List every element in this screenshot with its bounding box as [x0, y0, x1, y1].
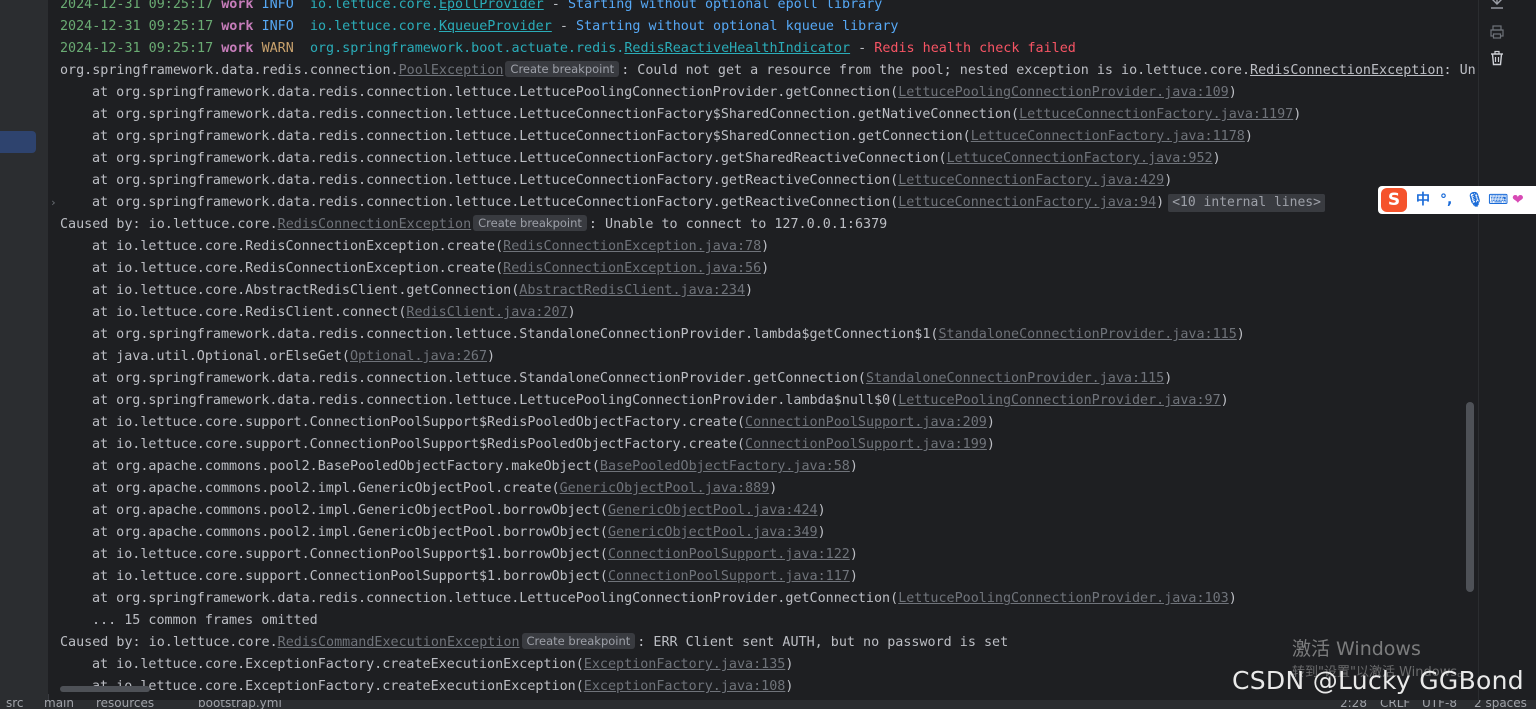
source-link[interactable]: ExceptionFactory.java:135	[584, 657, 786, 672]
cursor-position[interactable]: 2:28	[1340, 700, 1367, 709]
trash-icon[interactable]	[1489, 50, 1505, 66]
source-link[interactable]: LettuceConnectionFactory.java:1197	[1019, 107, 1293, 122]
line-ending[interactable]: CRLF	[1380, 700, 1410, 709]
stack-frame: at io.lettuce.core.support.ConnectionPoo…	[92, 415, 995, 430]
sogou-logo-icon[interactable]: S	[1381, 188, 1407, 212]
caused-by-header: Caused by: io.lettuce.core.RedisConnecti…	[60, 215, 888, 232]
stack-frame: at org.springframework.data.redis.connec…	[92, 371, 1173, 386]
ime-punctuation-icon[interactable]: °,	[1440, 190, 1452, 210]
csdn-watermark: CSDN @Lucky GGBond	[1232, 666, 1524, 695]
exception-class-link[interactable]: RedisConnectionException	[278, 217, 471, 232]
internal-lines-fold[interactable]: <10 internal lines>	[1168, 194, 1325, 212]
breadcrumb-main[interactable]: main	[44, 700, 74, 709]
source-link[interactable]: ConnectionPoolSupport.java:117	[608, 569, 850, 584]
stack-frame: at org.springframework.data.redis.connec…	[92, 591, 1237, 606]
stack-frame: at org.springframework.data.redis.connec…	[92, 327, 1245, 342]
stack-frame: at org.springframework.data.redis.connec…	[92, 393, 1229, 408]
indent-setting[interactable]: 2 spaces	[1474, 700, 1527, 709]
status-bar: src main resources bootstrap.yml 2:28 CR…	[0, 700, 1536, 709]
source-link[interactable]: ConnectionPoolSupport.java:199	[745, 437, 987, 452]
stack-frame: at org.springframework.data.redis.connec…	[60, 192, 1325, 214]
horizontal-scrollbar[interactable]	[60, 686, 150, 692]
stack-frame: at io.lettuce.core.RedisConnectionExcept…	[92, 239, 770, 254]
create-breakpoint-button[interactable]: Create breakpoint	[521, 633, 636, 649]
stack-frame: at org.springframework.data.redis.connec…	[92, 107, 1302, 122]
source-link[interactable]: AbstractRedisClient.java:234	[519, 283, 745, 298]
stack-frame: at org.apache.commons.pool2.impl.Generic…	[92, 503, 826, 518]
gutter-selected-tab[interactable]	[0, 131, 36, 153]
source-link[interactable]: GenericObjectPool.java:349	[608, 525, 818, 540]
breadcrumb-resources[interactable]: resources	[96, 700, 154, 709]
exception-class-link[interactable]: RedisCommandExecutionException	[278, 635, 520, 650]
ime-microphone-icon[interactable]: 🎙	[1466, 190, 1484, 210]
source-link[interactable]: StandaloneConnectionProvider.java:115	[866, 371, 1164, 386]
ime-mode-toggle[interactable]: 中	[1416, 190, 1430, 210]
source-link[interactable]: ConnectionPoolSupport.java:209	[745, 415, 987, 430]
console-toolbar	[1478, 0, 1536, 700]
source-link[interactable]: LettuceConnectionFactory.java:1178	[971, 129, 1245, 144]
source-link[interactable]: LettuceConnectionFactory.java:429	[898, 173, 1164, 188]
scroll-to-end-icon[interactable]	[1489, 0, 1505, 12]
stack-frame: at io.lettuce.core.RedisClient.connect(R…	[92, 305, 576, 320]
stack-frame: at io.lettuce.core.ExceptionFactory.crea…	[92, 679, 794, 694]
source-link[interactable]: GenericObjectPool.java:889	[560, 481, 770, 496]
log-row: 2024-12-31 09:25:17 work INFO io.lettuce…	[60, 19, 899, 34]
stack-frame: at io.lettuce.core.ExceptionFactory.crea…	[92, 657, 794, 672]
stack-frame: at org.apache.commons.pool2.impl.Generic…	[92, 481, 778, 496]
breadcrumb-file[interactable]: bootstrap.yml	[198, 700, 282, 709]
source-link[interactable]: ConnectionPoolSupport.java:122	[608, 547, 850, 562]
run-console-output[interactable]: 2024-12-31 09:25:17 work INFO io.lettuce…	[48, 0, 1476, 694]
stack-frame: at io.lettuce.core.RedisConnectionExcept…	[92, 261, 770, 276]
fold-chevron-icon[interactable]: ›	[50, 196, 57, 209]
left-gutter	[0, 0, 49, 700]
source-link[interactable]: LettuceConnectionFactory.java:94	[898, 195, 1156, 210]
windows-activation-watermark: 激活 Windows	[1292, 638, 1421, 660]
ime-toolbar[interactable]: S 中 °, 🎙 ⌨ ❤	[1378, 186, 1536, 214]
stack-frame: at io.lettuce.core.AbstractRedisClient.g…	[92, 283, 754, 298]
stack-frame: at org.springframework.data.redis.connec…	[92, 85, 1237, 100]
ime-skin-icon[interactable]: ❤	[1512, 190, 1524, 210]
log-row: 2024-12-31 09:25:17 work WARN org.spring…	[60, 41, 1076, 56]
stack-frame: at org.apache.commons.pool2.BasePooledOb…	[92, 459, 858, 474]
stack-frame: at org.springframework.data.redis.connec…	[92, 129, 1253, 144]
caused-by-header: Caused by: io.lettuce.core.RedisCommandE…	[60, 633, 1009, 650]
ime-keyboard-icon[interactable]: ⌨	[1488, 190, 1508, 210]
stack-frame: at org.springframework.data.redis.connec…	[92, 173, 1173, 188]
stack-frame: at org.springframework.data.redis.connec…	[92, 151, 1221, 166]
stack-frame: at org.apache.commons.pool2.impl.Generic…	[92, 525, 826, 540]
logger-class-link[interactable]: RedisReactiveHealthIndicator	[624, 41, 850, 56]
exception-class-link[interactable]: PoolException	[399, 63, 504, 78]
source-link[interactable]: LettucePoolingConnectionProvider.java:10…	[898, 85, 1229, 100]
omitted-frames: ... 15 common frames omitted	[92, 613, 318, 628]
stack-frame: at io.lettuce.core.support.ConnectionPoo…	[92, 569, 858, 584]
source-link[interactable]: RedisClient.java:207	[406, 305, 567, 320]
source-link[interactable]: LettucePoolingConnectionProvider.java:10…	[898, 591, 1229, 606]
source-link[interactable]: ExceptionFactory.java:108	[584, 679, 786, 694]
logger-class-link[interactable]: EpollProvider	[439, 0, 544, 12]
logger-class-link[interactable]: KqueueProvider	[439, 19, 552, 34]
vertical-scrollbar[interactable]	[1466, 402, 1474, 592]
source-link[interactable]: LettuceConnectionFactory.java:952	[947, 151, 1213, 166]
file-encoding[interactable]: UTF-8	[1422, 700, 1457, 709]
create-breakpoint-button[interactable]: Create breakpoint	[473, 215, 587, 231]
stack-frame: at java.util.Optional.orElseGet(Optional…	[92, 349, 496, 364]
source-link[interactable]: Optional.java:267	[350, 349, 487, 364]
source-link[interactable]: GenericObjectPool.java:424	[608, 503, 818, 518]
stack-frame: at io.lettuce.core.support.ConnectionPoo…	[92, 547, 858, 562]
exception-class-link[interactable]: RedisConnectionException	[1250, 63, 1443, 78]
create-breakpoint-button[interactable]: Create breakpoint	[505, 61, 620, 77]
source-link[interactable]: RedisConnectionException.java:78	[503, 239, 761, 254]
source-link[interactable]: BasePooledObjectFactory.java:58	[600, 459, 850, 474]
source-link[interactable]: StandaloneConnectionProvider.java:115	[939, 327, 1237, 342]
exception-header: org.springframework.data.redis.connectio…	[60, 61, 1476, 78]
stack-frame: at io.lettuce.core.support.ConnectionPoo…	[92, 437, 995, 452]
breadcrumb-src[interactable]: src	[6, 700, 24, 709]
print-icon[interactable]	[1489, 24, 1505, 40]
source-link[interactable]: LettucePoolingConnectionProvider.java:97	[898, 393, 1220, 408]
log-row: 2024-12-31 09:25:17 work INFO io.lettuce…	[60, 0, 882, 16]
source-link[interactable]: RedisConnectionException.java:56	[503, 261, 761, 276]
